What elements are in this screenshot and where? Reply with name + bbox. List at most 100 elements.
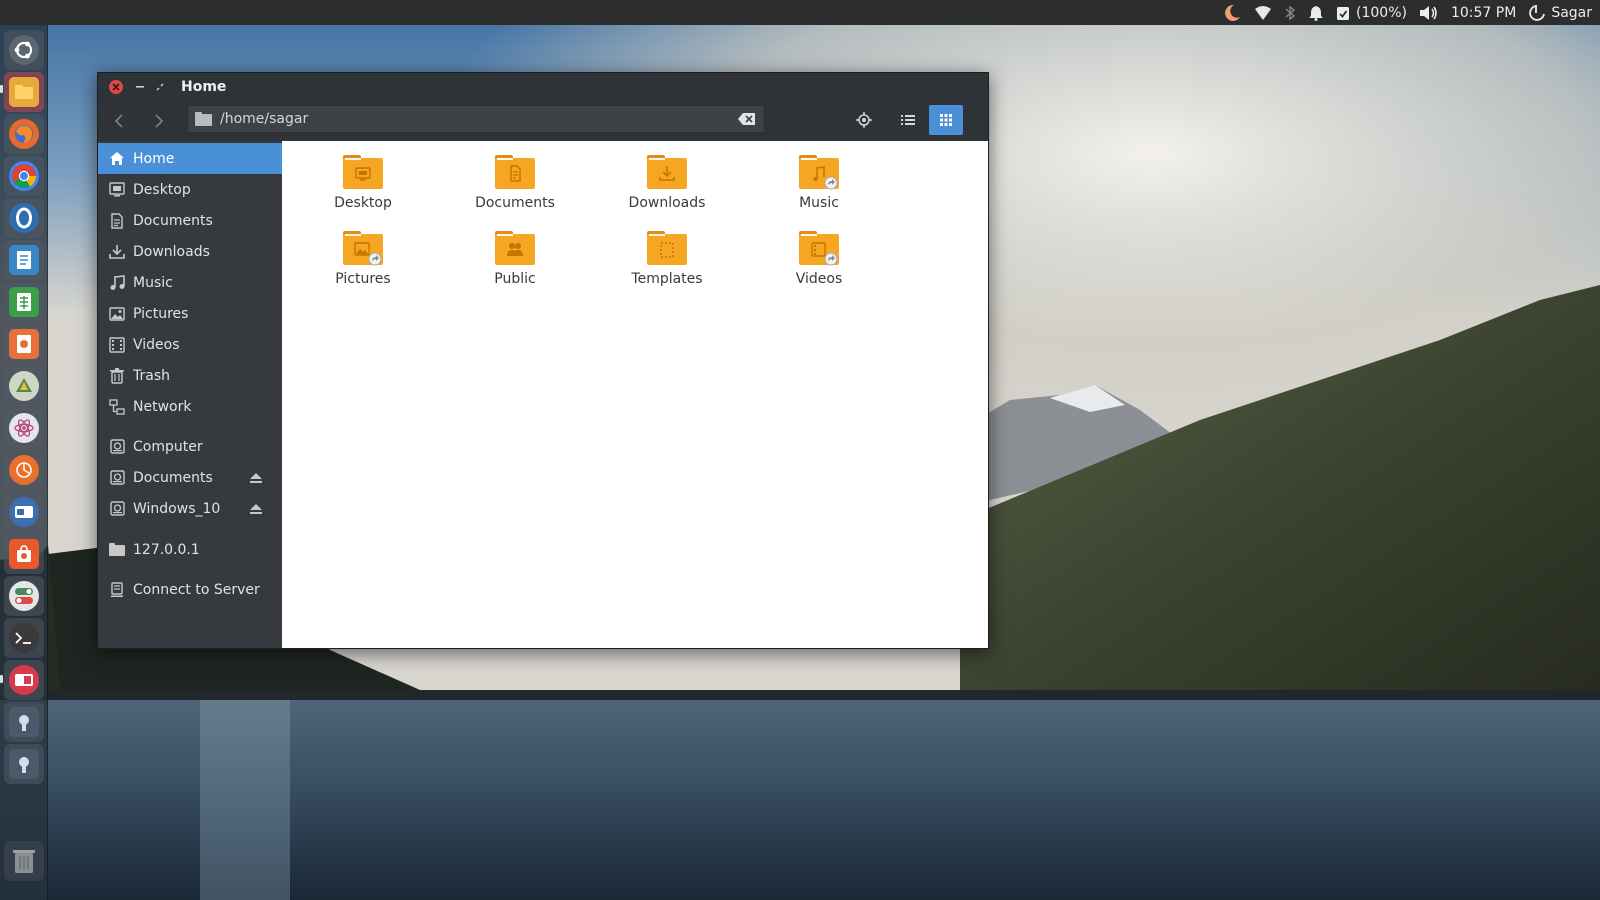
sidebar-item-label: Music [133, 274, 173, 291]
folder-videos[interactable]: Videos [759, 229, 879, 299]
launcher-libreoffice-writer[interactable] [4, 240, 44, 280]
launcher-inkscape[interactable] [4, 366, 44, 406]
file-label: Downloads [628, 195, 706, 211]
sidebar-item-network-share[interactable]: 127.0.0.1 [98, 534, 282, 565]
folder-documents-icon [495, 155, 535, 189]
sidebar-item-windows-10[interactable]: Windows_10 [98, 493, 282, 524]
clock[interactable]: 10:57 PM [1451, 0, 1516, 25]
launcher-files[interactable] [4, 72, 44, 112]
launcher-opera[interactable] [4, 198, 44, 238]
sidebar-item-music[interactable]: Music [98, 267, 282, 298]
battery-percentage: (100%) [1356, 4, 1407, 21]
launcher-app-red[interactable] [4, 660, 44, 700]
launcher-atom[interactable] [4, 408, 44, 448]
launcher-scanner-1[interactable] [4, 702, 44, 742]
sidebar-item-home[interactable]: Home [98, 143, 282, 174]
night-light-icon[interactable] [1220, 0, 1242, 25]
notification-bell-icon[interactable] [1308, 0, 1324, 25]
app-red-icon [9, 665, 39, 695]
calc-icon [9, 287, 39, 317]
folder-pictures[interactable]: Pictures [303, 229, 423, 299]
picture-icon [109, 306, 125, 322]
launcher-firefox[interactable] [4, 114, 44, 154]
folder-downloads[interactable]: Downloads [607, 153, 727, 223]
sidebar-item-videos[interactable]: Videos [98, 329, 282, 360]
terminal-icon [9, 623, 39, 653]
music-icon [109, 274, 125, 291]
file-label: Public [494, 271, 536, 287]
chevron-left-icon [114, 114, 123, 128]
launcher-chrome[interactable] [4, 156, 44, 196]
drive-icon [109, 439, 125, 455]
launcher-scanner-2[interactable] [4, 744, 44, 784]
folder-music[interactable]: Music [759, 153, 879, 223]
file-label: Videos [795, 271, 843, 287]
location-bar[interactable]: /home/sagar [187, 105, 765, 133]
launcher-software-center[interactable] [4, 450, 44, 490]
path-text: /home/sagar [220, 111, 309, 127]
folder-videos-icon [799, 231, 839, 266]
clipboard-check-icon[interactable] [1336, 0, 1350, 25]
sidebar-item-label: Videos [133, 336, 180, 353]
folder-templates[interactable]: Templates [607, 229, 727, 299]
remote-desktop-icon [9, 497, 39, 527]
sidebar-item-label: Documents [133, 212, 213, 229]
close-icon [112, 83, 120, 91]
forward-button[interactable] [144, 107, 174, 135]
battery-text[interactable]: (100%) [1356, 0, 1407, 25]
network-icon [109, 398, 125, 415]
inkscape-icon [9, 371, 39, 401]
launcher-ubuntu-software[interactable] [4, 534, 44, 574]
launcher-trash[interactable] [4, 841, 44, 881]
sidebar-item-documents[interactable]: Documents [98, 205, 282, 236]
list-view-button[interactable] [891, 105, 925, 135]
file-label: Desktop [334, 195, 392, 211]
volume-icon[interactable] [1419, 0, 1439, 25]
sidebar-item-pictures[interactable]: Pictures [98, 298, 282, 329]
sidebar-item-computer[interactable]: Computer [98, 431, 282, 462]
session-menu[interactable]: Sagar [1528, 0, 1592, 25]
minimize-button[interactable] [134, 80, 146, 94]
sidebar-item-connect-to-server[interactable]: Connect to Server [98, 574, 282, 605]
launcher-app-remote[interactable] [4, 492, 44, 532]
top-panel: (100%) 10:57 PM Sagar [0, 0, 1600, 25]
launcher-libreoffice-impress[interactable] [4, 324, 44, 364]
document-icon [109, 212, 125, 229]
server-icon [109, 581, 125, 598]
sidebar-item-network[interactable]: Network [98, 391, 282, 422]
launcher-libreoffice-calc[interactable] [4, 282, 44, 322]
grid-view-button[interactable] [929, 105, 963, 135]
software-bag-icon [9, 539, 39, 569]
ubuntu-logo-icon [9, 35, 39, 65]
folder-desktop[interactable]: Desktop [303, 153, 423, 223]
wifi-icon[interactable] [1254, 0, 1272, 25]
list-view-icon [901, 115, 915, 125]
maximize-button[interactable] [154, 80, 166, 94]
clock-text: 10:57 PM [1450, 4, 1517, 21]
eject-icon[interactable] [249, 472, 263, 484]
desktop-icon [109, 182, 125, 198]
target-icon [856, 112, 872, 128]
sidebar-item-documents-drive[interactable]: Documents [98, 462, 282, 493]
close-button[interactable] [109, 80, 123, 94]
back-button[interactable] [104, 107, 134, 135]
writer-icon [9, 245, 39, 275]
launcher-settings-toggle[interactable] [4, 576, 44, 616]
folder-documents[interactable]: Documents [455, 153, 575, 223]
eject-icon[interactable] [249, 503, 263, 515]
file-manager-window: Home /home/sagar Home Desktop Documents … [97, 72, 989, 649]
sidebar-item-desktop[interactable]: Desktop [98, 174, 282, 205]
minimize-icon [136, 86, 144, 88]
launcher-terminal[interactable] [4, 618, 44, 658]
sidebar-item-trash[interactable]: Trash [98, 360, 282, 391]
sidebar: Home Desktop Documents Downloads Music P… [98, 141, 282, 648]
launcher-ubuntu-dash[interactable] [4, 30, 44, 70]
location-button[interactable] [847, 105, 881, 135]
file-label: Documents [475, 195, 555, 211]
titlebar: Home [98, 73, 988, 101]
atom-icon [9, 413, 39, 443]
clear-text-icon[interactable] [738, 112, 756, 126]
sidebar-item-downloads[interactable]: Downloads [98, 236, 282, 267]
folder-public[interactable]: Public [455, 229, 575, 299]
bluetooth-icon[interactable] [1284, 0, 1296, 25]
